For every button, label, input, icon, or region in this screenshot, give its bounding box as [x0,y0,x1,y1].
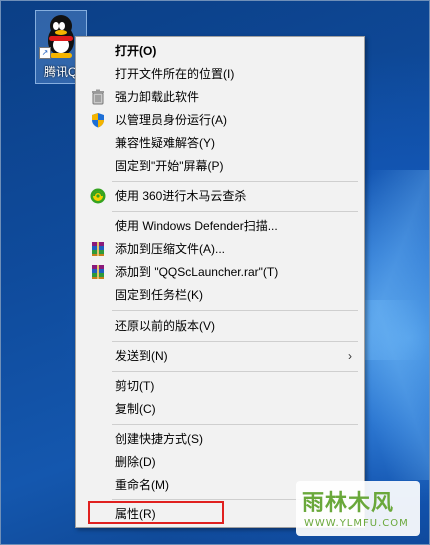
site-watermark: 雨林木风 WWW.YLMFU.COM [296,481,420,536]
menu-item-label: 创建快捷方式(S) [115,432,203,446]
menu-item-open[interactable]: 打开(O) [78,40,362,62]
menu-item-add-to-archive[interactable]: 添加到压缩文件(A)... [78,238,362,260]
chevron-right-icon: › [348,349,352,363]
menu-item-send-to[interactable]: 发送到(N) › [78,345,362,367]
trash-icon [90,89,106,105]
menu-item-label: 强力卸载此软件 [115,90,200,104]
menu-item-label: 打开(O) [115,44,157,58]
menu-item-add-to-named-archive[interactable]: 添加到 "QQScLauncher.rar"(T) [78,261,362,283]
menu-item-label: 固定到任务栏(K) [115,288,203,302]
menu-item-label: 还原以前的版本(V) [115,319,215,333]
menu-item-label: 重命名(M) [115,478,169,492]
menu-separator [112,181,358,182]
watermark-title: 雨林木风 [302,491,395,516]
menu-item-run-as-admin[interactable]: 以管理员身份运行(A) [78,109,362,131]
menu-item-compatibility-troubleshoot[interactable]: 兼容性疑难解答(Y) [78,132,362,154]
menu-item-create-shortcut[interactable]: 创建快捷方式(S) [78,428,362,450]
menu-item-label: 兼容性疑难解答(Y) [115,136,215,150]
menu-item-label: 添加到 "QQScLauncher.rar"(T) [115,265,279,279]
winrar-icon [90,264,106,280]
menu-item-label: 添加到压缩文件(A)... [115,242,225,256]
shortcut-arrow-icon: ↗ [39,47,51,59]
menu-item-force-uninstall[interactable]: 强力卸载此软件 [78,86,362,108]
menu-item-label: 固定到"开始"屏幕(P) [115,159,224,173]
menu-item-pin-to-start[interactable]: 固定到"开始"屏幕(P) [78,155,362,177]
menu-separator [112,371,358,372]
menu-item-label: 以管理员身份运行(A) [115,113,227,127]
menu-item-restore-previous-versions[interactable]: 还原以前的版本(V) [78,315,362,337]
menu-item-delete[interactable]: 删除(D) [78,451,362,473]
menu-item-label: 复制(C) [115,402,156,416]
properties-highlight-box [88,501,224,524]
menu-item-windows-defender-scan[interactable]: 使用 Windows Defender扫描... [78,215,362,237]
uac-shield-icon [90,112,106,128]
menu-item-label: 打开文件所在的位置(I) [115,67,235,81]
menu-item-label: 使用 360进行木马云查杀 [115,189,247,203]
menu-separator [112,341,358,342]
menu-separator [112,310,358,311]
360-icon [90,188,106,204]
menu-item-label: 使用 Windows Defender扫描... [115,219,278,233]
menu-item-label: 剪切(T) [115,379,155,393]
menu-separator [112,424,358,425]
menu-item-360-scan[interactable]: 使用 360进行木马云查杀 [78,185,362,207]
menu-separator [112,211,358,212]
menu-item-label: 删除(D) [115,455,156,469]
menu-item-copy[interactable]: 复制(C) [78,398,362,420]
context-menu: 打开(O) 打开文件所在的位置(I) 强力卸载此软件 以管理员身份运行(A) 兼… [75,36,365,528]
menu-item-cut[interactable]: 剪切(T) [78,375,362,397]
menu-item-pin-to-taskbar[interactable]: 固定到任务栏(K) [78,284,362,306]
winrar-icon [90,241,106,257]
menu-item-label: 发送到(N) [115,349,168,363]
watermark-url: WWW.YLMFU.COM [304,518,409,529]
menu-item-open-file-location[interactable]: 打开文件所在的位置(I) [78,63,362,85]
